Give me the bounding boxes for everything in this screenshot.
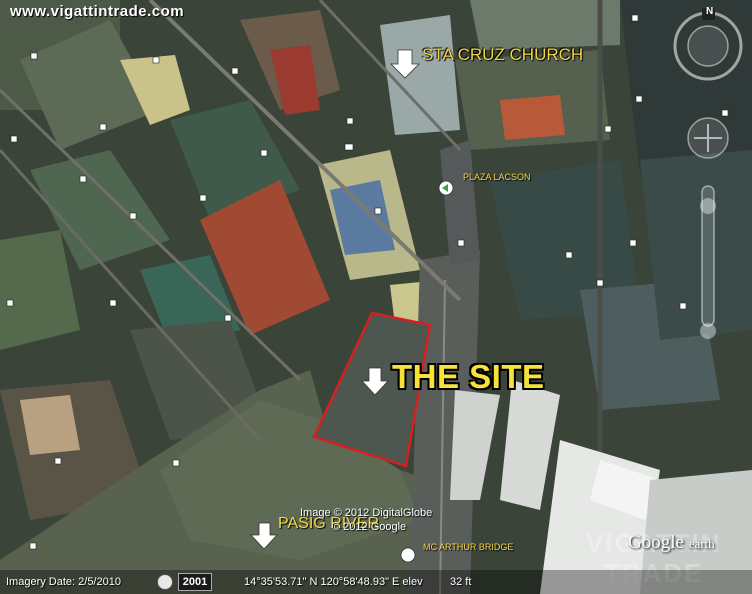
bridge-label: MC ARTHUR BRIDGE xyxy=(423,542,514,552)
earth-logo-text: earth xyxy=(688,536,715,551)
navigation-controls[interactable] xyxy=(672,6,748,356)
zoom-in-icon xyxy=(700,198,716,214)
map-view[interactable]: www.vigattintrade.com STA CRUZ CHURCH PL… xyxy=(0,0,752,594)
credit-line-2: © 2012 Google xyxy=(332,521,407,533)
church-label: STA CRUZ CHURCH xyxy=(422,45,584,64)
historical-imagery-clock-icon[interactable] xyxy=(157,574,173,590)
imagery-credit: Image © 2012 DigitalGlobe © 2012 Google xyxy=(300,506,432,534)
status-bar: Imagery Date: 2/5/2010 2001 14°35'53.71"… xyxy=(0,570,752,594)
satellite-imagery xyxy=(0,0,752,594)
imagery-date: Imagery Date: 2/5/2010 xyxy=(6,576,121,588)
watermark-url: www.vigattintrade.com xyxy=(10,3,185,20)
credit-line-1: Image © 2012 DigitalGlobe xyxy=(300,507,433,519)
elevation-readout: 32 ft xyxy=(450,576,472,588)
north-indicator[interactable]: N xyxy=(706,6,713,17)
coordinates-readout: 14°35'53.71" N 120°58'48.93" E elev xyxy=(244,576,423,588)
zoom-out-icon xyxy=(700,323,716,339)
site-label: THE SITE xyxy=(392,358,545,395)
bridge-marker-icon xyxy=(400,547,416,563)
plaza-label: PLAZA LACSON xyxy=(463,172,531,182)
historical-year-button[interactable]: 2001 xyxy=(178,573,212,591)
google-logo-text: Google xyxy=(628,532,684,553)
google-earth-logo: Google earth xyxy=(628,532,715,554)
look-joystick-icon xyxy=(687,25,729,67)
